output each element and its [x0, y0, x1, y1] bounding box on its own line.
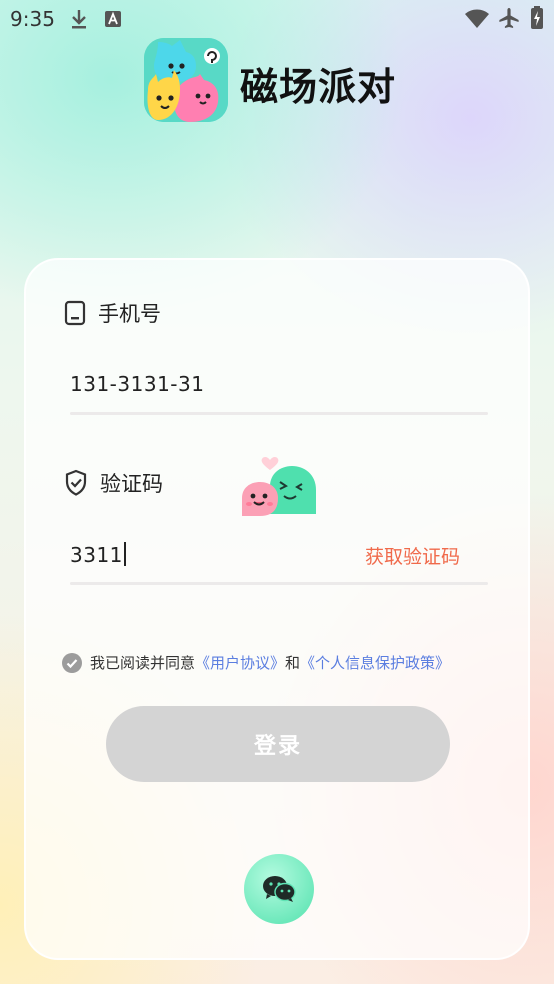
status-bar: 9:35 [0, 0, 554, 38]
login-button[interactable]: 登录 [106, 706, 450, 782]
code-input-value: 3311 [70, 543, 123, 567]
code-label: 验证码 [100, 472, 163, 496]
phone-icon [64, 300, 86, 326]
phone-label: 手机号 [98, 302, 161, 326]
wifi-icon [465, 9, 489, 28]
airplane-icon [499, 8, 519, 28]
text-cursor [123, 542, 126, 566]
phone-input[interactable]: 131-3131-31 [70, 372, 204, 396]
phone-label-row: 手机号 [64, 298, 161, 328]
code-input[interactable]: 3311 [70, 542, 126, 567]
agreement-prefix: 我已阅读并同意 [90, 654, 196, 672]
font-icon [105, 11, 121, 27]
wechat-icon [263, 876, 296, 902]
agreement-row: 我已阅读并同意 《用户协议》 和 《个人信息保护政策》 [62, 652, 450, 673]
login-card: 手机号 131-3131-31 验证码 3311 获取验证码 我已阅读并同意 《… [24, 258, 530, 960]
battery-icon [531, 6, 543, 29]
code-label-row: 验证码 [64, 468, 163, 498]
get-code-button[interactable]: 获取验证码 [365, 542, 460, 569]
app-name: 磁场派对 [240, 65, 397, 109]
download-icon [72, 10, 86, 29]
shield-check-icon [65, 469, 87, 496]
agreement-checkbox[interactable] [62, 652, 82, 673]
status-time: 9:35 [10, 7, 55, 31]
privacy-policy-link[interactable]: 《个人信息保护政策》 [300, 652, 450, 673]
phone-input-underline [70, 412, 488, 415]
check-icon [66, 658, 78, 668]
wechat-login-button[interactable] [244, 854, 314, 924]
user-agreement-link[interactable]: 《用户协议》 [195, 652, 285, 673]
code-input-underline [70, 582, 488, 585]
app-logo [144, 38, 228, 122]
agreement-and: 和 [285, 654, 301, 672]
mascot-couple-icon [242, 456, 316, 516]
